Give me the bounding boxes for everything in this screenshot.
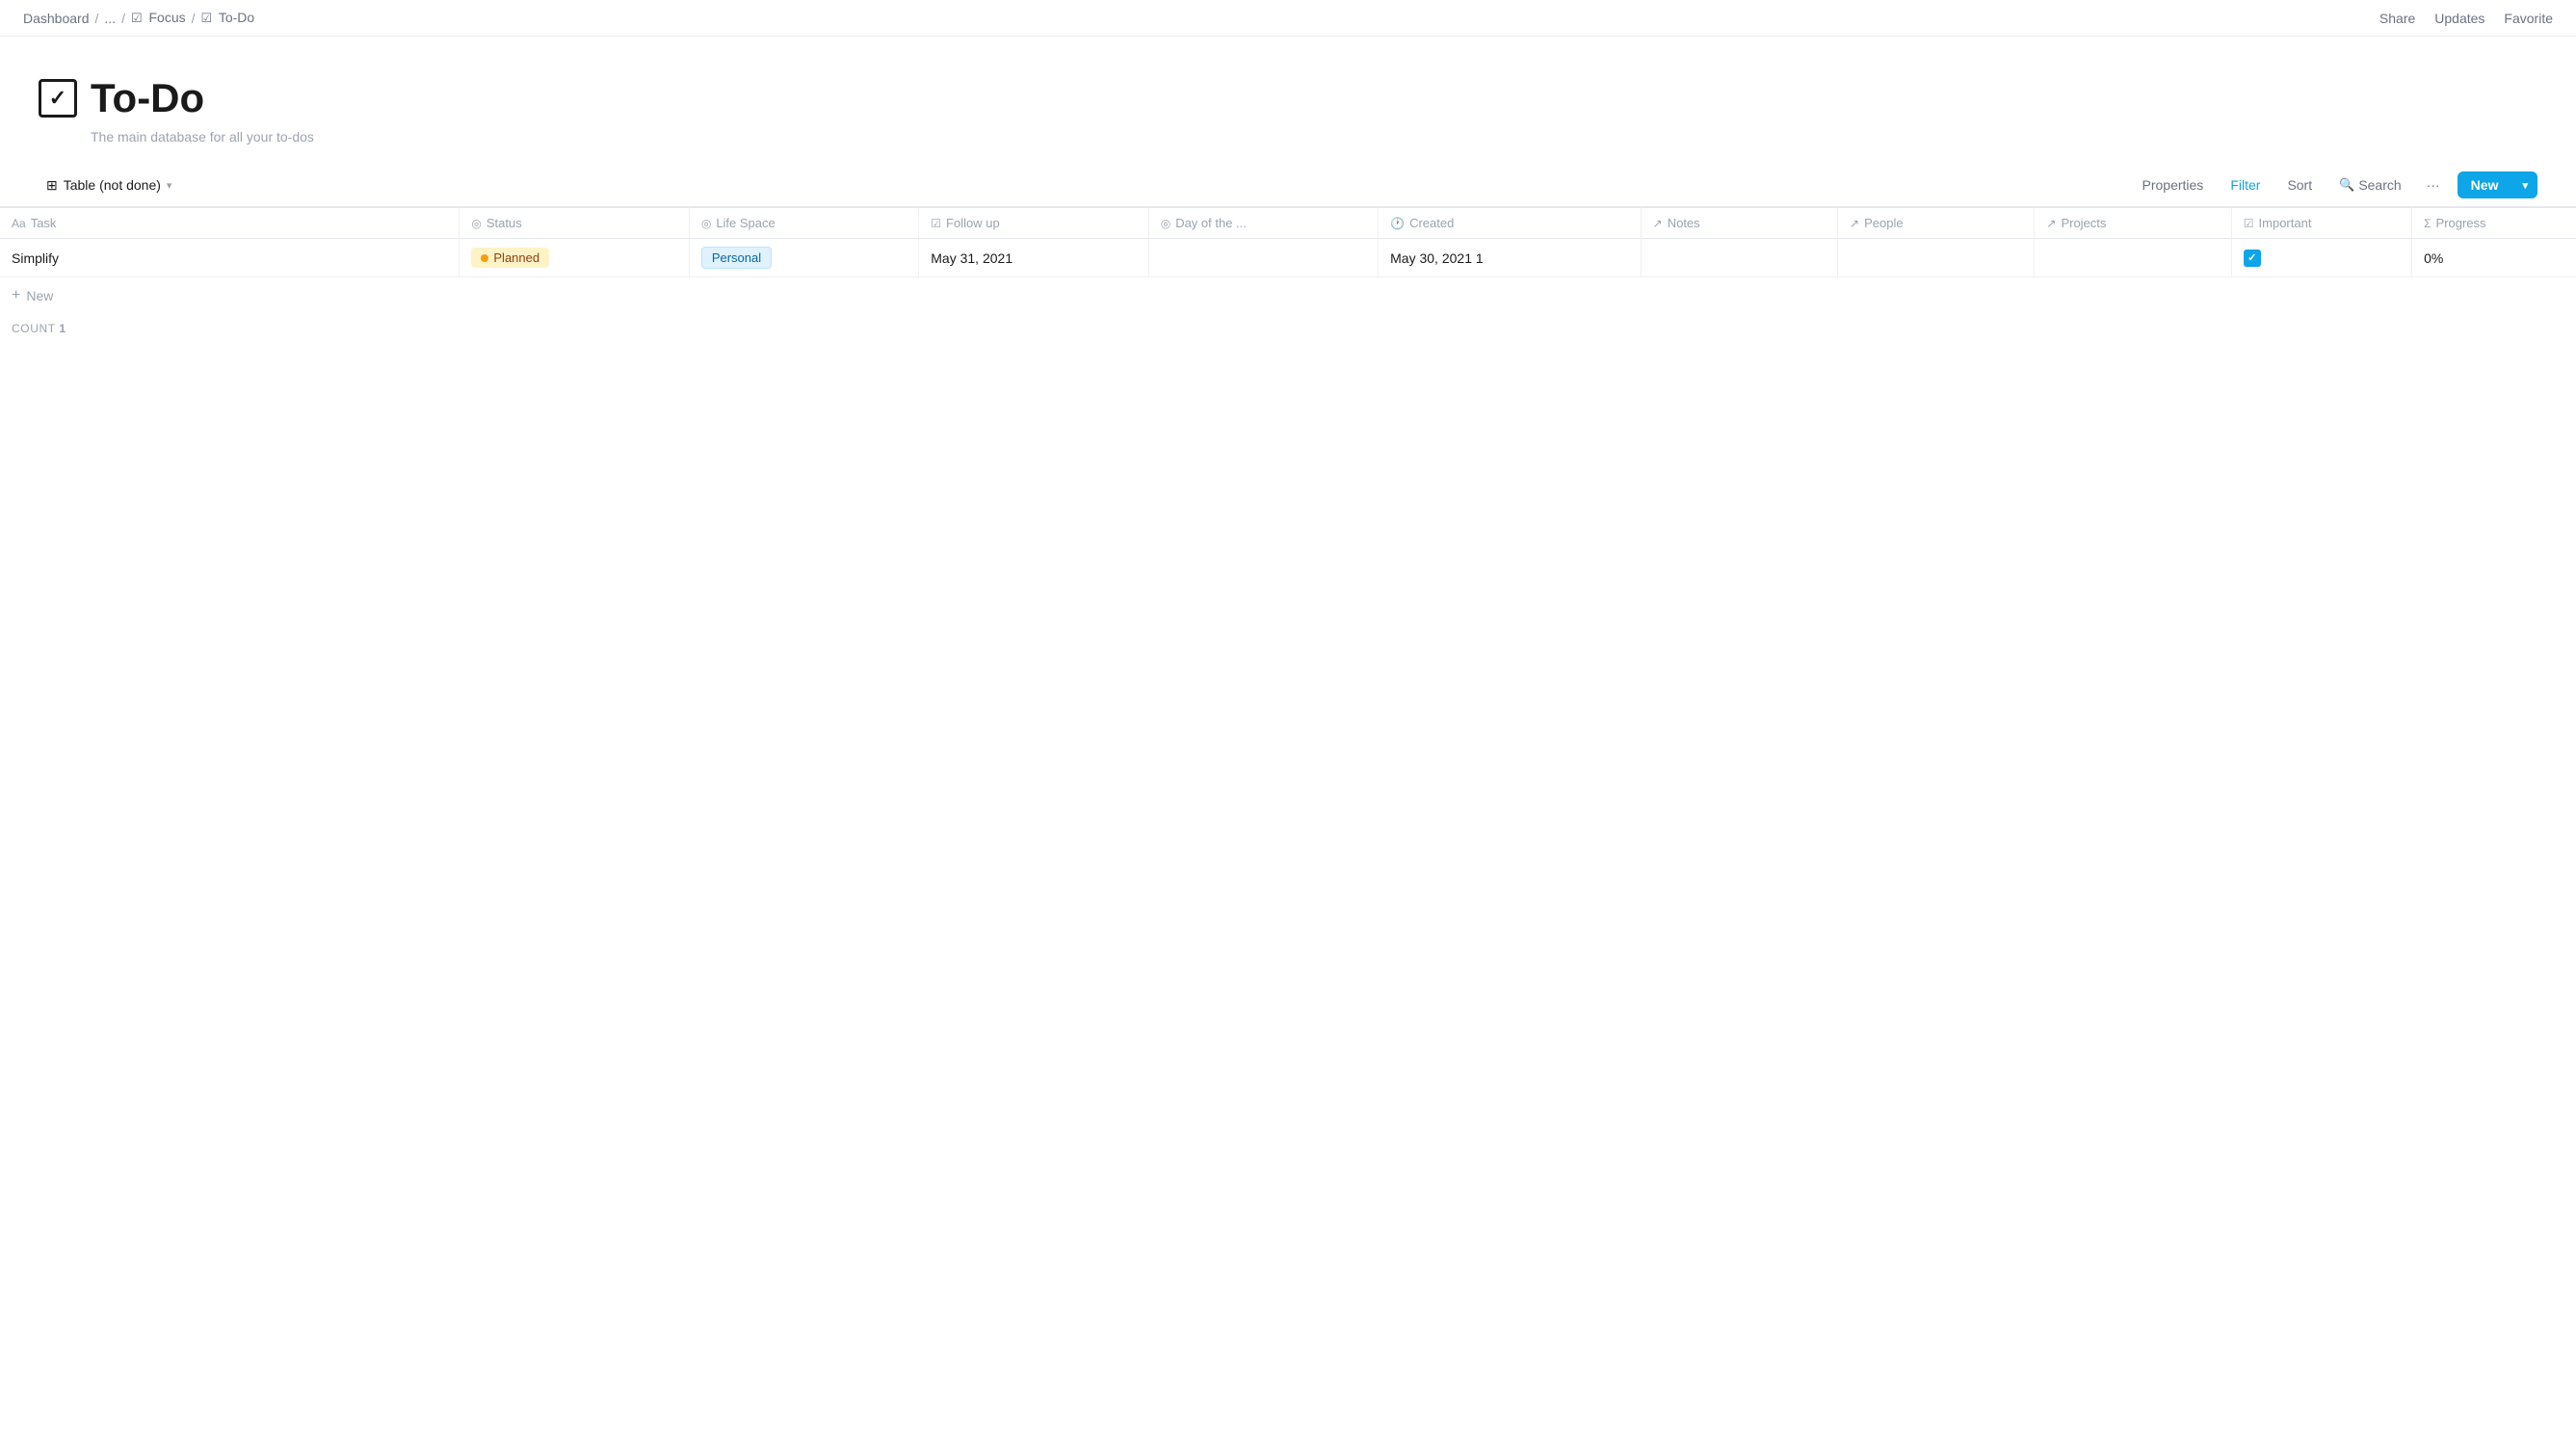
table-view-button[interactable]: ⊞ Table (not done) ▾ bbox=[39, 173, 179, 197]
people-cell[interactable] bbox=[1838, 239, 2035, 277]
breadcrumb-dashboard[interactable]: Dashboard bbox=[23, 11, 90, 26]
lifespace-col-icon: ◎ bbox=[701, 217, 711, 230]
sep3: / bbox=[192, 11, 196, 26]
progress-cell[interactable]: 0% bbox=[2412, 239, 2576, 277]
followup-cell[interactable]: May 31, 2021 bbox=[919, 239, 1148, 277]
new-button-dropdown[interactable]: ▾ bbox=[2512, 173, 2537, 197]
table-row[interactable]: Simplify Planned Personal May 31, 2021 bbox=[0, 239, 2576, 277]
breadcrumb-focus[interactable]: ☑ Focus bbox=[131, 10, 186, 26]
created-cell[interactable]: May 30, 2021 1 bbox=[1379, 239, 1642, 277]
count-value: 1 bbox=[59, 322, 66, 335]
add-row[interactable]: + New bbox=[0, 277, 2576, 315]
favorite-button[interactable]: Favorite bbox=[2504, 11, 2553, 26]
col-header-followup[interactable]: ☑ Follow up bbox=[919, 208, 1148, 239]
page-title: To-Do bbox=[91, 75, 204, 121]
search-button[interactable]: 🔍 Search bbox=[2331, 173, 2409, 197]
day-cell[interactable] bbox=[1148, 239, 1378, 277]
table-header-row: Aa Task ◎ Status ◎ Life Space bbox=[0, 208, 2576, 239]
notes-cell[interactable] bbox=[1641, 239, 1837, 277]
toolbar: ⊞ Table (not done) ▾ Properties Filter S… bbox=[0, 164, 2576, 207]
important-col-icon: ☑ bbox=[2244, 217, 2254, 230]
filter-button[interactable]: Filter bbox=[2222, 173, 2268, 197]
status-badge: Planned bbox=[471, 248, 549, 268]
task-col-icon: Aa bbox=[12, 217, 26, 230]
page-subtitle: The main database for all your to-dos bbox=[39, 129, 2537, 145]
col-header-important[interactable]: ☑ Important bbox=[2231, 208, 2411, 239]
sep1: / bbox=[95, 11, 99, 26]
chevron-down-icon: ▾ bbox=[167, 179, 172, 192]
search-icon: 🔍 bbox=[2339, 177, 2354, 193]
sort-button[interactable]: Sort bbox=[2279, 173, 2320, 197]
page-icon: ✓ bbox=[39, 79, 77, 118]
created-col-label: Created bbox=[1409, 216, 1454, 230]
more-options-button[interactable]: ··· bbox=[2421, 173, 2446, 197]
status-col-icon: ◎ bbox=[471, 217, 481, 230]
add-new-cell[interactable]: + New bbox=[0, 277, 460, 314]
notes-col-label: Notes bbox=[1668, 216, 1700, 230]
new-button-label: New bbox=[2458, 171, 2512, 198]
day-col-icon: ◎ bbox=[1161, 217, 1170, 230]
progress-value: 0% bbox=[2424, 250, 2443, 266]
col-header-people[interactable]: ↗ People bbox=[1838, 208, 2035, 239]
sep2: / bbox=[121, 11, 125, 26]
progress-col-label: Progress bbox=[2436, 216, 2486, 230]
status-cell[interactable]: Planned bbox=[460, 239, 689, 277]
day-col-label: Day of the ... bbox=[1175, 216, 1247, 230]
add-icon: + bbox=[12, 287, 20, 304]
col-header-progress[interactable]: Σ Progress bbox=[2412, 208, 2576, 239]
lifespace-col-label: Life Space bbox=[716, 216, 775, 230]
task-cell[interactable]: Simplify bbox=[0, 239, 460, 277]
count-label: COUNT bbox=[12, 322, 55, 335]
breadcrumb-todo[interactable]: ☑ To-Do bbox=[201, 10, 255, 26]
view-label: Table (not done) bbox=[64, 177, 161, 193]
page-header: ✓ To-Do The main database for all your t… bbox=[0, 37, 2576, 164]
count-row: COUNT 1 bbox=[0, 314, 2576, 343]
people-col-icon: ↗ bbox=[1850, 217, 1859, 230]
notes-col-icon: ↗ bbox=[1653, 217, 1663, 230]
important-cell[interactable]: ✓ bbox=[2231, 239, 2411, 277]
lifespace-cell[interactable]: Personal bbox=[689, 239, 918, 277]
breadcrumb-ellipsis[interactable]: ... bbox=[104, 11, 116, 26]
projects-col-label: Projects bbox=[2061, 216, 2106, 230]
task-name: Simplify bbox=[12, 250, 59, 266]
col-header-lifespace[interactable]: ◎ Life Space bbox=[689, 208, 918, 239]
created-col-icon: 🕐 bbox=[1390, 217, 1405, 230]
projects-cell[interactable] bbox=[2035, 239, 2231, 277]
col-header-task[interactable]: Aa Task bbox=[0, 208, 460, 239]
followup-date: May 31, 2021 bbox=[931, 250, 1012, 266]
table-icon: ⊞ bbox=[46, 177, 58, 194]
share-button[interactable]: Share bbox=[2379, 11, 2415, 26]
followup-col-icon: ☑ bbox=[931, 217, 941, 230]
important-col-label: Important bbox=[2259, 216, 2312, 230]
important-checkbox[interactable]: ✓ bbox=[2244, 250, 2261, 267]
checkmark-icon: ✓ bbox=[2247, 251, 2256, 264]
todo-table: Aa Task ◎ Status ◎ Life Space bbox=[0, 207, 2576, 314]
status-col-label: Status bbox=[486, 216, 522, 230]
col-header-notes[interactable]: ↗ Notes bbox=[1641, 208, 1837, 239]
table-container: Aa Task ◎ Status ◎ Life Space bbox=[0, 207, 2576, 343]
created-date: May 30, 2021 1 bbox=[1390, 250, 1484, 266]
add-row-label: New bbox=[26, 288, 53, 303]
col-header-projects[interactable]: ↗ Projects bbox=[2035, 208, 2231, 239]
task-col-label: Task bbox=[31, 216, 57, 230]
updates-button[interactable]: Updates bbox=[2434, 11, 2484, 26]
people-col-label: People bbox=[1864, 216, 1903, 230]
col-header-status[interactable]: ◎ Status bbox=[460, 208, 689, 239]
status-label: Planned bbox=[493, 250, 539, 265]
new-button[interactable]: New ▾ bbox=[2458, 171, 2537, 198]
col-header-created[interactable]: 🕐 Created bbox=[1379, 208, 1642, 239]
status-dot bbox=[481, 254, 488, 262]
progress-col-icon: Σ bbox=[2424, 217, 2431, 230]
projects-col-icon: ↗ bbox=[2046, 217, 2056, 230]
followup-col-label: Follow up bbox=[946, 216, 1000, 230]
lifespace-badge: Personal bbox=[701, 247, 772, 269]
properties-button[interactable]: Properties bbox=[2135, 173, 2212, 197]
breadcrumb: Dashboard / ... / ☑ Focus / ☑ To-Do Shar… bbox=[0, 0, 2576, 37]
col-header-day[interactable]: ◎ Day of the ... bbox=[1148, 208, 1378, 239]
